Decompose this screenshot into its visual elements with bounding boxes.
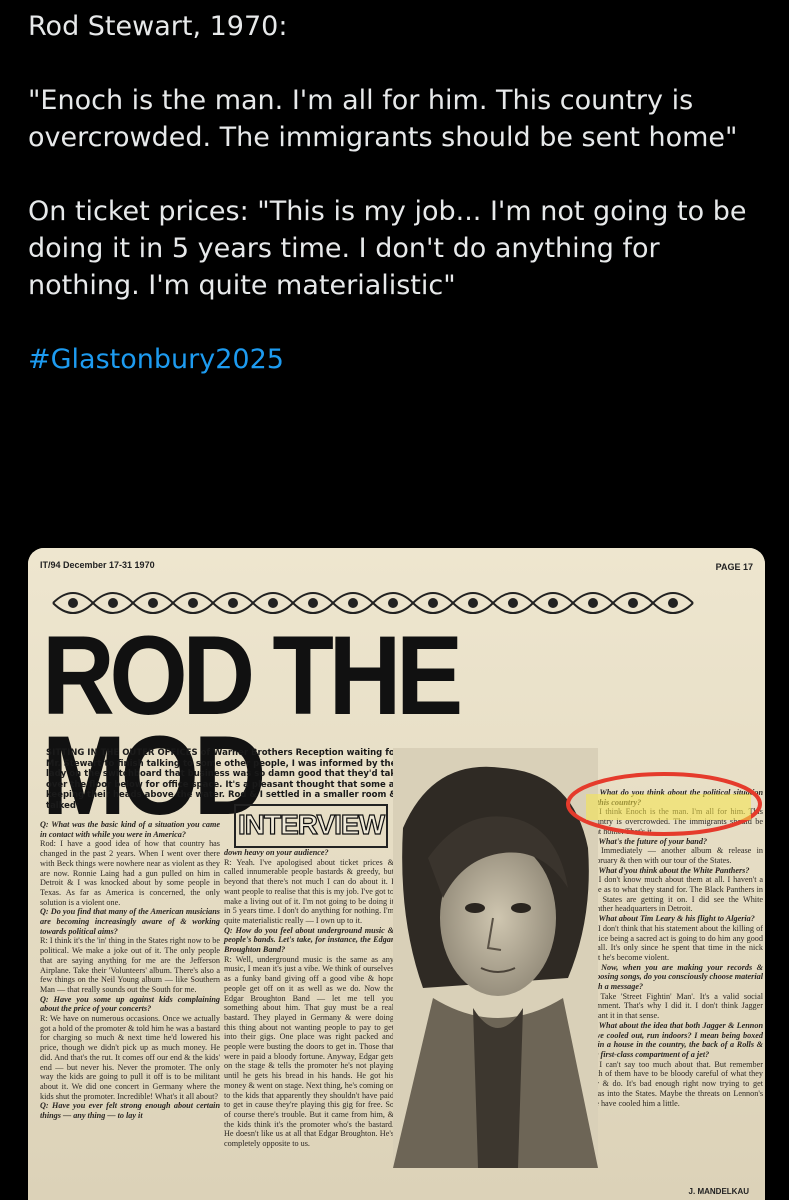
intro-paragraph: SITTING IN THE OUTER OFFICES of Warner B… (46, 748, 408, 811)
question-text: Q: How do you feel about underground mus… (224, 925, 394, 955)
question-text: Q: What about Tim Leary & his flight to … (588, 914, 755, 924)
tweet-paragraph: "Enoch is the man. I'm all for him. This… (28, 85, 738, 153)
question-text: Q: What about the idea that both Jagger … (588, 1020, 763, 1059)
hashtag-link[interactable]: #Glastonbury2025 (28, 341, 768, 378)
answer-text: R: I don't think that his statement abou… (588, 923, 763, 962)
answer-text: R: Take 'Street Fightin' Man'. It's a va… (588, 991, 763, 1021)
red-highlight-circle (566, 772, 762, 836)
question-text: Q: Do you find that many of the American… (40, 907, 220, 936)
answer-text: R: I don't know much about them at all. … (588, 875, 763, 914)
question-text: Q: What d'you think about the White Pant… (588, 865, 750, 875)
article-column-2: down heavy on your audience? R: Yeah. I'v… (224, 848, 394, 1149)
answer-text: R: I can't say too much about that. But … (588, 1059, 763, 1108)
question-text: Q: Now, when you are making your records… (588, 962, 763, 992)
question-text: Q: Have you ever felt strong enough abou… (40, 1101, 220, 1121)
question-text: Q: What was the basic kind of a situatio… (40, 820, 220, 839)
answer-text: Rod: I have a good idea of how that coun… (40, 839, 220, 907)
page-number: PAGE 17 (715, 562, 753, 572)
answer-text: R: I think it's the 'in' thing in the St… (40, 936, 220, 994)
tweet-text: Rod Stewart, 1970: "Enoch is the man. I'… (28, 8, 768, 378)
tweet-paragraph: On ticket prices: "This is my job... I'm… (28, 196, 747, 301)
byline: J. MANDELKAU (688, 1187, 749, 1196)
answer-text: R: Yeah. I've apologised about ticket pr… (224, 857, 394, 925)
answer-text: R: Well, underground music is the same a… (224, 954, 394, 1149)
interview-banner: INTERVIEW (234, 804, 388, 848)
answer-text: R: Immediately — another album & release… (588, 846, 763, 865)
attached-image[interactable]: IT/94 December 17-31 1970 PAGE 17 ROD TH… (28, 548, 765, 1200)
tweet-paragraph: Rod Stewart, 1970: (28, 11, 288, 42)
question-text: down heavy on your audience? (224, 848, 329, 857)
answer-text: R: We have on numerous occasions. Once w… (40, 1014, 220, 1101)
question-text: Q: Have you some up against kids complai… (40, 994, 220, 1014)
article-column-1: Q: What was the basic kind of a situatio… (40, 820, 220, 1121)
issue-header: IT/94 December 17-31 1970 (40, 560, 155, 570)
newspaper-clipping: IT/94 December 17-31 1970 PAGE 17 ROD TH… (28, 548, 765, 1200)
